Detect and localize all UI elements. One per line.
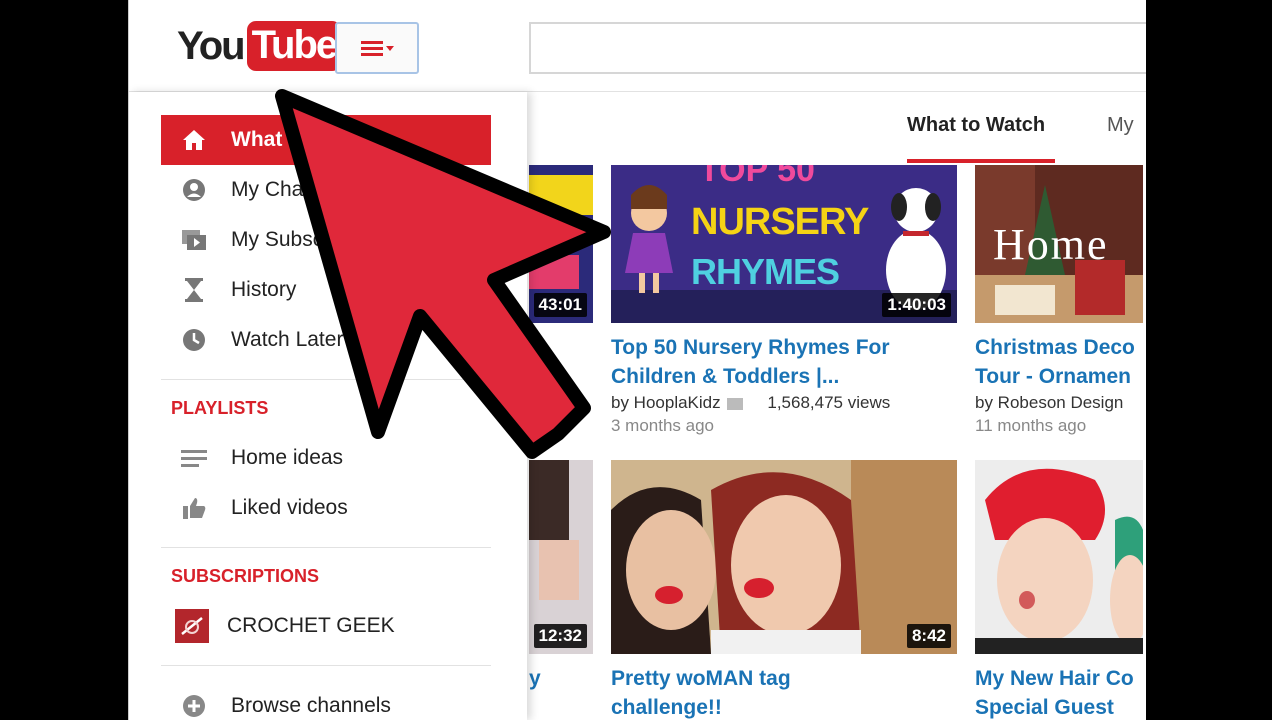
guide-item-label: Browse channels	[231, 694, 391, 717]
guide-item-crochet-geek[interactable]: CROCHET GEEK	[161, 601, 491, 651]
video-duration: 8:42	[906, 624, 951, 648]
guide-item-label: My Subscriptions	[231, 228, 391, 251]
guide-item-label: Liked videos	[231, 496, 348, 519]
guide-item-browse-channels[interactable]: Browse channels	[161, 681, 491, 720]
video-thumbnail[interactable]: 8:42	[611, 460, 957, 654]
guide-divider	[161, 547, 491, 548]
guide-item-my-channel[interactable]: My Channel	[161, 165, 491, 215]
masthead: You Tube	[129, 0, 1146, 92]
video-views: 1,568,475 views	[767, 393, 891, 412]
guide-item-my-subscriptions[interactable]: My Subscriptions	[161, 215, 491, 265]
guide-item-label: Watch Later	[231, 328, 344, 351]
video-card[interactable]: 8:42 Pretty woMAN tag challenge!!	[611, 460, 957, 720]
video-title[interactable]: My New Hair Co Special Guest	[975, 664, 1146, 720]
tab-what-to-watch[interactable]: What to Watch	[907, 114, 1045, 137]
video-card[interactable]: 43:01	[529, 165, 593, 323]
video-card[interactable]: Home Christmas Deco Tour - Ornamen by Ro…	[975, 165, 1146, 436]
video-duration: 1:40:03	[882, 293, 951, 317]
channel-thumbnail	[175, 609, 209, 643]
feed-tabs: What to Watch My	[527, 92, 1146, 164]
video-meta: by HooplaKidz 1,568,475 views	[611, 393, 957, 413]
home-icon	[181, 127, 207, 153]
guide-divider	[161, 665, 491, 666]
video-thumbnail[interactable]: 12:32	[529, 460, 593, 654]
subscriptions-heading: SUBSCRIPTIONS	[171, 566, 320, 586]
video-title-line[interactable]: My New Hair Co	[975, 664, 1146, 693]
youtube-logo[interactable]: You Tube	[177, 20, 342, 72]
guide-item-what-to-watch[interactable]: What to Watch	[161, 115, 491, 165]
clock-icon	[181, 327, 207, 353]
guide-item-label: CROCHET GEEK	[227, 614, 395, 637]
search-input[interactable]	[529, 22, 1146, 74]
person-icon	[181, 177, 207, 203]
guide-item-label: History	[231, 278, 297, 301]
subscriptions-icon	[181, 227, 207, 253]
browser-viewport: You Tube What to Watch My Channel My Sub…	[128, 0, 1146, 720]
add-circle-icon	[181, 693, 207, 719]
video-title[interactable]: Top 50 Nursery Rhymes For Children & Tod…	[611, 333, 957, 391]
video-thumbnail[interactable]	[975, 460, 1143, 654]
guide-item-label: What to Watch	[231, 128, 377, 151]
thumbnail-text: Home	[993, 220, 1109, 269]
guide-item-label: Home ideas	[231, 446, 344, 469]
video-card[interactable]: TOP 50 NURSERY RHYMES 1:40:03 Top 50 Nur…	[611, 165, 957, 436]
video-title-line[interactable]: Pretty woMAN tag	[611, 664, 957, 693]
video-thumbnail[interactable]: 43:01	[529, 165, 593, 323]
verified-icon	[726, 397, 743, 410]
video-age: 3 months ago	[611, 416, 715, 435]
thumbnail-text-top: TOP 50	[699, 165, 815, 189]
video-card[interactable]: My New Hair Co Special Guest	[975, 460, 1146, 720]
tab-active-indicator	[907, 159, 1055, 163]
logo-tube-text: Tube	[246, 21, 342, 71]
menu-icon	[360, 40, 383, 56]
playlist-icon	[181, 445, 207, 471]
caret-down-icon	[385, 45, 394, 51]
guide-divider	[161, 379, 491, 380]
video-title-line[interactable]: Tour - Ornamen	[975, 362, 1146, 391]
video-age: 11 months ago	[975, 416, 1087, 435]
hourglass-icon	[181, 277, 207, 303]
video-title-line[interactable]: challenge!!	[611, 693, 957, 720]
video-channel[interactable]: by Robeson Design	[975, 393, 1123, 412]
logo-you-text: You	[177, 23, 246, 68]
video-title-line[interactable]: Christmas Deco	[975, 333, 1146, 362]
video-channel[interactable]: by HooplaKidz	[611, 393, 721, 412]
guide-item-history[interactable]: History	[161, 265, 491, 315]
guide-item-home-ideas[interactable]: Home ideas	[161, 433, 491, 483]
thumbnail-text-bot: RHYMES	[691, 251, 840, 292]
video-meta: by Robeson Design	[975, 393, 1146, 413]
video-title[interactable]: Christmas Deco Tour - Ornamen	[975, 333, 1146, 391]
video-title-line[interactable]: Children & Toddlers |...	[611, 362, 957, 391]
thumbnail-art	[975, 460, 1143, 654]
video-card[interactable]: 12:32 y	[529, 460, 593, 693]
video-thumbnail[interactable]: Home	[975, 165, 1143, 323]
video-title[interactable]: Pretty woMAN tag challenge!!	[611, 664, 957, 720]
guide-sidebar: What to Watch My Channel My Subscription…	[129, 92, 527, 720]
tab-my-subscriptions[interactable]: My	[1107, 114, 1134, 137]
thumbnail-text-mid: NURSERY	[691, 201, 869, 243]
guide-item-liked-videos[interactable]: Liked videos	[161, 483, 491, 533]
guide-menu-button[interactable]	[335, 22, 419, 74]
thumbs-up-icon	[181, 495, 207, 521]
guide-item-label: My Channel	[231, 178, 344, 201]
playlists-heading: PLAYLISTS	[171, 398, 269, 418]
video-duration: 12:32	[533, 624, 587, 648]
video-title-line[interactable]: Top 50 Nursery Rhymes For	[611, 333, 957, 362]
thumbnail-art	[611, 460, 957, 654]
video-title-line[interactable]: Special Guest	[975, 693, 1146, 720]
video-duration: 43:01	[533, 293, 587, 317]
guide-item-watch-later[interactable]: Watch Later	[161, 315, 491, 365]
video-thumbnail[interactable]: TOP 50 NURSERY RHYMES 1:40:03	[611, 165, 957, 323]
